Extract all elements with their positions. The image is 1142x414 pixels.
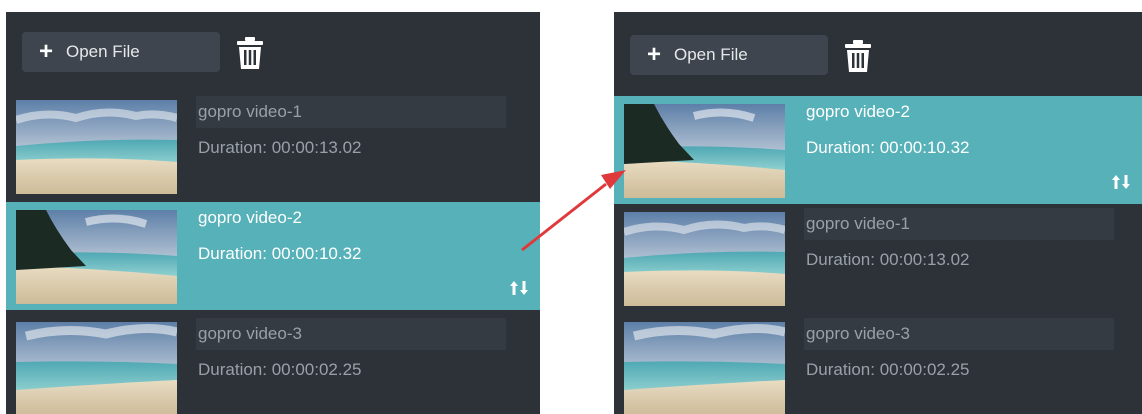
media-list-item[interactable]: gopro video-3 Duration: 00:00:02.25 <box>6 318 540 414</box>
video-duration: Duration: 00:00:02.25 <box>198 360 362 379</box>
media-panel-after: + Open File gopro video-2 Duration: 00:0… <box>614 12 1142 414</box>
media-list-item-selected[interactable]: gopro video-2 Duration: 00:00:10.32 <box>6 202 540 310</box>
sort-arrows-icon[interactable] <box>1112 174 1130 190</box>
video-duration: Duration: 00:00:13.02 <box>806 250 970 269</box>
video-duration: Duration: 00:00:10.32 <box>198 244 362 263</box>
media-list-item[interactable]: gopro video-3 Duration: 00:00:02.25 <box>614 318 1142 414</box>
open-file-label: Open File <box>66 42 140 61</box>
video-title: gopro video-3 <box>198 324 302 343</box>
video-thumbnail <box>16 100 177 194</box>
media-list-item[interactable]: gopro video-1 Duration: 00:00:13.02 <box>6 96 540 204</box>
media-list-item-selected[interactable]: gopro video-2 Duration: 00:00:10.32 <box>614 96 1142 204</box>
open-file-label: Open File <box>674 45 748 64</box>
video-title: gopro video-1 <box>198 102 302 121</box>
video-thumbnail <box>624 104 785 198</box>
open-file-button[interactable]: + Open File <box>630 35 828 75</box>
trash-icon[interactable] <box>236 36 264 70</box>
video-thumbnail <box>624 212 785 306</box>
video-title: gopro video-1 <box>806 214 910 233</box>
open-file-button[interactable]: + Open File <box>22 32 220 72</box>
video-thumbnail <box>16 210 177 304</box>
video-duration: Duration: 00:00:13.02 <box>198 138 362 157</box>
video-title: gopro video-3 <box>806 324 910 343</box>
video-title: gopro video-2 <box>198 208 302 227</box>
video-thumbnail <box>16 322 177 414</box>
video-thumbnail <box>624 322 785 414</box>
plus-icon: + <box>38 38 53 65</box>
plus-icon: + <box>646 41 661 68</box>
sort-arrows-icon[interactable] <box>510 280 528 296</box>
video-duration: Duration: 00:00:10.32 <box>806 138 970 157</box>
media-panel-before: + Open File gopro video-1 Duration: 00:0… <box>6 12 540 414</box>
video-duration: Duration: 00:00:02.25 <box>806 360 970 379</box>
trash-icon[interactable] <box>844 39 872 73</box>
media-list-item[interactable]: gopro video-1 Duration: 00:00:13.02 <box>614 208 1142 316</box>
video-title: gopro video-2 <box>806 102 910 121</box>
